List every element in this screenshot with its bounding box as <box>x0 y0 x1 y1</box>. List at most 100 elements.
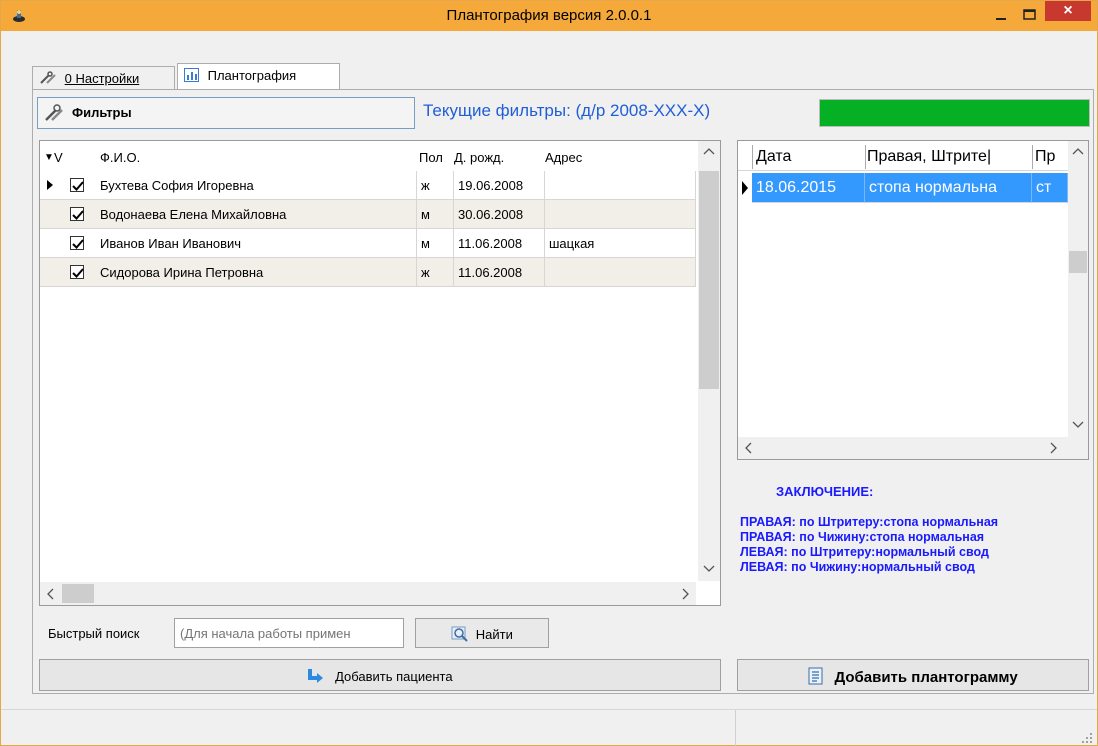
tab-plantography[interactable]: Плантография <box>177 63 340 90</box>
table-row[interactable]: Сидорова Ирина Петровна ж 11.06.2008 <box>40 258 696 287</box>
search-icon <box>451 626 468 642</box>
patients-hscroll-thumb[interactable] <box>62 584 94 603</box>
sort-icon: ▼ <box>44 152 54 163</box>
find-button[interactable]: Найти <box>415 618 549 648</box>
tools-icon <box>40 71 56 84</box>
tab-settings-label: 0 Настройки <box>64 71 140 86</box>
check-icon <box>72 268 84 278</box>
conclusion-title: ЗАКЛЮЧЕНИЕ: <box>776 484 874 499</box>
chart-icon <box>184 68 199 82</box>
patients-grid[interactable]: ▼ V Ф.И.О. Пол Д. рожд. Адрес Бухтева Со… <box>39 140 721 606</box>
close-icon: × <box>1063 2 1073 19</box>
column-header-check[interactable]: V <box>54 150 63 165</box>
plantograms-grid-header: Дата Правая, Штрите| Пр <box>738 141 1068 171</box>
cell-date[interactable]: 18.06.2015 <box>752 173 865 203</box>
cell-sex[interactable]: м <box>417 200 454 229</box>
conclusion-text: ПРАВАЯ: по Штритеру:стопа нормальная ПРА… <box>740 515 998 575</box>
table-row[interactable]: Иванов Иван Иванович м 11.06.2008 шацкая <box>40 229 696 258</box>
close-button[interactable]: × <box>1045 1 1091 21</box>
table-row[interactable]: Бухтева София Игоревна ж 19.06.2008 <box>40 171 696 200</box>
tab-settings[interactable]: 0 Настройки <box>32 66 175 89</box>
scroll-right-icon[interactable] <box>682 588 690 600</box>
row-header-cell <box>40 258 96 287</box>
current-filters-text: Текущие фильтры: (д/р 2008-XXX-X) <box>423 101 711 120</box>
add-patient-button[interactable]: Добавить пациента <box>39 659 721 691</box>
check-icon <box>72 239 84 249</box>
cell-name[interactable]: Иванов Иван Иванович <box>96 229 417 258</box>
resize-grip-icon[interactable] <box>1081 732 1093 744</box>
filters-button[interactable]: Фильтры <box>37 97 415 129</box>
scroll-left-icon[interactable] <box>46 588 54 600</box>
scroll-down-icon[interactable] <box>703 565 715 573</box>
maximize-icon[interactable] <box>1016 5 1042 25</box>
current-row-icon <box>47 180 53 190</box>
title-bar: Плантография версия 2.0.0.1 × <box>1 1 1097 31</box>
status-separator <box>735 710 736 746</box>
plantograms-vscroll-thumb[interactable] <box>1069 251 1087 273</box>
cell-address[interactable]: шацкая <box>545 229 696 258</box>
table-row[interactable]: Водонаева Елена Михайловна м 30.06.2008 <box>40 200 696 229</box>
row-header-cell <box>40 200 96 229</box>
cell-sex[interactable]: ж <box>417 171 454 200</box>
cell-sex[interactable]: ж <box>417 258 454 287</box>
scroll-left-icon[interactable] <box>744 442 752 454</box>
app-window: Плантография версия 2.0.0.1 × 0 Настройк… <box>0 0 1098 746</box>
row-checkbox[interactable] <box>70 178 84 192</box>
current-row-icon <box>742 181 748 195</box>
cell-address[interactable] <box>545 171 696 200</box>
plantograms-vscrollbar[interactable] <box>1068 141 1088 437</box>
cell-sex[interactable]: м <box>417 229 454 258</box>
patients-grid-header: ▼ V Ф.И.О. Пол Д. рожд. Адрес <box>40 141 696 171</box>
cell-name[interactable]: Бухтева София Игоревна <box>96 171 417 200</box>
add-plantogram-label: Добавить плантограмму <box>834 669 1018 686</box>
patients-vscroll-thumb[interactable] <box>699 171 719 389</box>
cell-dob[interactable]: 11.06.2008 <box>454 229 545 258</box>
row-checkbox[interactable] <box>70 207 84 221</box>
cell-dob[interactable]: 30.06.2008 <box>454 200 545 229</box>
cell-name[interactable]: Водонаева Елена Михайловна <box>96 200 417 229</box>
column-header-address[interactable]: Адрес <box>545 150 582 165</box>
row-checkbox[interactable] <box>70 265 84 279</box>
quick-search-label: Быстрый поиск <box>48 626 140 641</box>
plantogram-row[interactable]: 18.06.2015 стопа нормальна ст <box>738 173 1068 203</box>
document-icon <box>808 667 823 685</box>
cell-dob[interactable]: 11.06.2008 <box>454 258 545 287</box>
cell-pr[interactable]: ст <box>1032 173 1068 203</box>
quick-search-input[interactable] <box>174 618 404 648</box>
column-header-date[interactable]: Дата <box>756 148 791 166</box>
find-button-label: Найти <box>475 627 513 642</box>
add-plantogram-button[interactable]: Добавить плантограмму <box>737 659 1089 691</box>
column-header-sex[interactable]: Пол <box>419 150 443 165</box>
progress-bar <box>819 99 1090 127</box>
minimize-icon[interactable] <box>988 5 1014 25</box>
scroll-down-icon[interactable] <box>1072 421 1084 429</box>
plantograms-hscrollbar[interactable] <box>738 437 1088 459</box>
cell-address[interactable] <box>545 200 696 229</box>
row-checkbox[interactable] <box>70 236 84 250</box>
conclusion-line: ПРАВАЯ: по Чижину:стопа нормальная <box>740 530 985 544</box>
scroll-up-icon[interactable] <box>1072 147 1084 155</box>
conclusion-line: ЛЕВАЯ: по Чижину:нормальный свод <box>740 560 975 574</box>
filters-label: Фильтры <box>72 105 132 120</box>
column-header-dob[interactable]: Д. рожд. <box>454 150 504 165</box>
column-header-pr[interactable]: Пр <box>1035 148 1055 166</box>
patients-vscrollbar[interactable] <box>698 141 720 581</box>
status-bar <box>1 709 1097 746</box>
tools-icon <box>45 104 63 121</box>
row-header-cell <box>40 229 96 258</box>
cell-dob[interactable]: 19.06.2008 <box>454 171 545 200</box>
check-icon <box>72 210 84 220</box>
cell-right[interactable]: стопа нормальна <box>865 173 1032 203</box>
cell-name[interactable]: Сидорова Ирина Петровна <box>96 258 417 287</box>
scroll-up-icon[interactable] <box>703 147 715 155</box>
check-icon <box>72 181 84 191</box>
add-patient-label: Добавить пациента <box>335 669 453 684</box>
conclusion-line: ЛЕВАЯ: по Штритеру:нормальный свод <box>740 545 989 559</box>
tab-plantography-label: Плантография <box>207 68 297 83</box>
column-header-right[interactable]: Правая, Штрите| <box>867 148 991 166</box>
cell-address[interactable] <box>545 258 696 287</box>
column-header-name[interactable]: Ф.И.О. <box>100 150 140 165</box>
scroll-right-icon[interactable] <box>1050 442 1058 454</box>
patients-hscrollbar[interactable] <box>40 582 696 605</box>
plantograms-grid[interactable]: Дата Правая, Штрите| Пр 18.06.2015 стопа … <box>737 140 1089 460</box>
